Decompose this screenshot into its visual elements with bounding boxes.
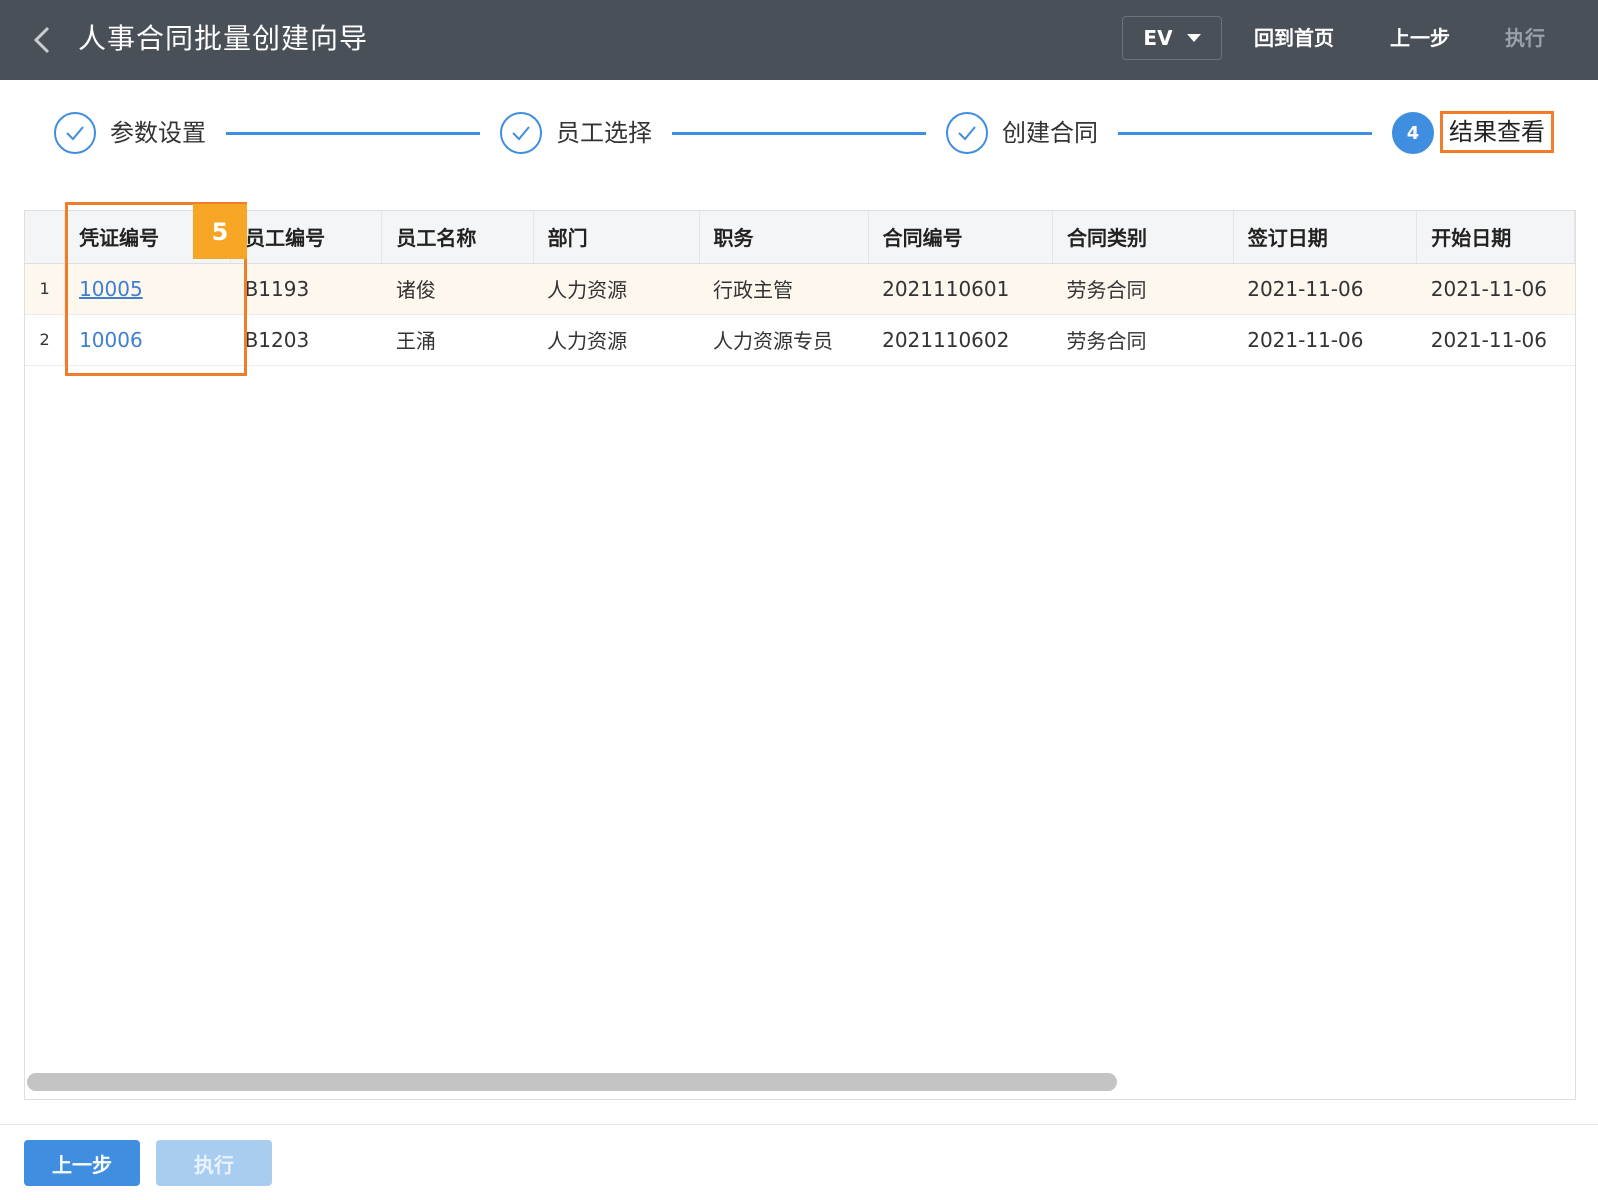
table-cell: 人力资源 xyxy=(533,314,700,366)
top-bar: 人事合同批量创建向导 EV 回到首页 上一步 执行 xyxy=(0,0,1598,80)
table-cell: 人力资源 xyxy=(533,263,700,315)
home-button[interactable]: 回到首页 xyxy=(1254,0,1334,76)
column-header[interactable]: 合同类别 xyxy=(1052,211,1234,264)
page-title: 人事合同批量创建向导 xyxy=(78,22,369,55)
step-4-label: 结果查看 xyxy=(1440,111,1554,153)
voucher-cell: 10006 xyxy=(64,314,231,366)
row-number: 1 xyxy=(25,263,66,315)
step-2-label: 员工选择 xyxy=(556,119,652,147)
column-header[interactable]: 职务 xyxy=(699,211,869,264)
voucher-link[interactable]: 10005 xyxy=(79,277,143,301)
step-connector xyxy=(1118,132,1372,135)
column-header[interactable]: 部门 xyxy=(533,211,700,264)
footer-divider xyxy=(0,1124,1598,1125)
table-cell: 人力资源专员 xyxy=(699,314,869,366)
result-grid: 凭证编号 员工编号 员工名称 部门 职务 合同编号 合同类别 签订日期 开始日期… xyxy=(25,211,1575,366)
language-value: EV xyxy=(1143,26,1173,50)
back-arrow-icon[interactable] xyxy=(26,24,58,56)
table-cell: 2021110601 xyxy=(868,263,1053,315)
step-connector xyxy=(226,132,480,135)
table-header-row: 凭证编号 员工编号 员工名称 部门 职务 合同编号 合同类别 签订日期 开始日期 xyxy=(25,211,1575,264)
caret-down-icon xyxy=(1186,34,1201,42)
table-row[interactable]: 1 10005 B1193 诸俊 人力资源 行政主管 2021110601 劳务… xyxy=(25,263,1575,315)
scrollbar-thumb[interactable] xyxy=(27,1073,1117,1091)
step-4-number: 4 xyxy=(1392,112,1434,154)
column-header[interactable]: 员工名称 xyxy=(381,211,534,264)
column-header[interactable]: 开始日期 xyxy=(1416,211,1575,264)
table-cell: 劳务合同 xyxy=(1052,314,1234,366)
table-cell: 2021-11-06 xyxy=(1416,314,1575,366)
step-3-check-icon xyxy=(946,112,988,154)
table-cell: 2021-11-06 xyxy=(1233,314,1417,366)
horizontal-scrollbar[interactable] xyxy=(25,1071,1575,1091)
step-1-label: 参数设置 xyxy=(110,119,206,147)
column-header[interactable]: 合同编号 xyxy=(868,211,1053,264)
header-execute-button[interactable]: 执行 xyxy=(1505,0,1545,76)
row-number-header xyxy=(25,211,66,264)
result-table: 凭证编号 员工编号 员工名称 部门 职务 合同编号 合同类别 签订日期 开始日期… xyxy=(24,210,1576,1100)
footer-prev-button[interactable]: 上一步 xyxy=(24,1140,140,1186)
table-cell: 2021110602 xyxy=(868,314,1053,366)
step-2-check-icon xyxy=(500,112,542,154)
table-cell: B1203 xyxy=(230,314,382,366)
row-number: 2 xyxy=(25,314,66,366)
table-cell: 诸俊 xyxy=(381,263,534,315)
column-header[interactable]: 员工编号 xyxy=(230,211,383,264)
step-connector xyxy=(672,132,926,135)
language-select[interactable]: EV xyxy=(1122,16,1222,60)
voucher-link[interactable]: 10006 xyxy=(79,328,143,352)
table-cell: 行政主管 xyxy=(699,263,869,315)
table-row[interactable]: 2 10006 B1203 王涌 人力资源 人力资源专员 2021110602 … xyxy=(25,314,1575,366)
table-cell: B1193 xyxy=(230,263,382,315)
wizard-steps: 参数设置 员工选择 创建合同 4 结果查看 xyxy=(0,80,1598,190)
table-cell: 王涌 xyxy=(381,314,534,366)
header-prev-button[interactable]: 上一步 xyxy=(1390,0,1450,76)
step-3-label: 创建合同 xyxy=(1002,119,1098,147)
footer-execute-button[interactable]: 执行 xyxy=(156,1140,272,1186)
table-cell: 劳务合同 xyxy=(1052,263,1234,315)
voucher-cell: 10005 xyxy=(64,263,231,315)
annotation-badge: 5 xyxy=(193,204,247,259)
column-header[interactable]: 签订日期 xyxy=(1233,211,1418,264)
table-cell: 2021-11-06 xyxy=(1233,263,1417,315)
table-cell: 2021-11-06 xyxy=(1416,263,1575,315)
step-1-check-icon xyxy=(54,112,96,154)
